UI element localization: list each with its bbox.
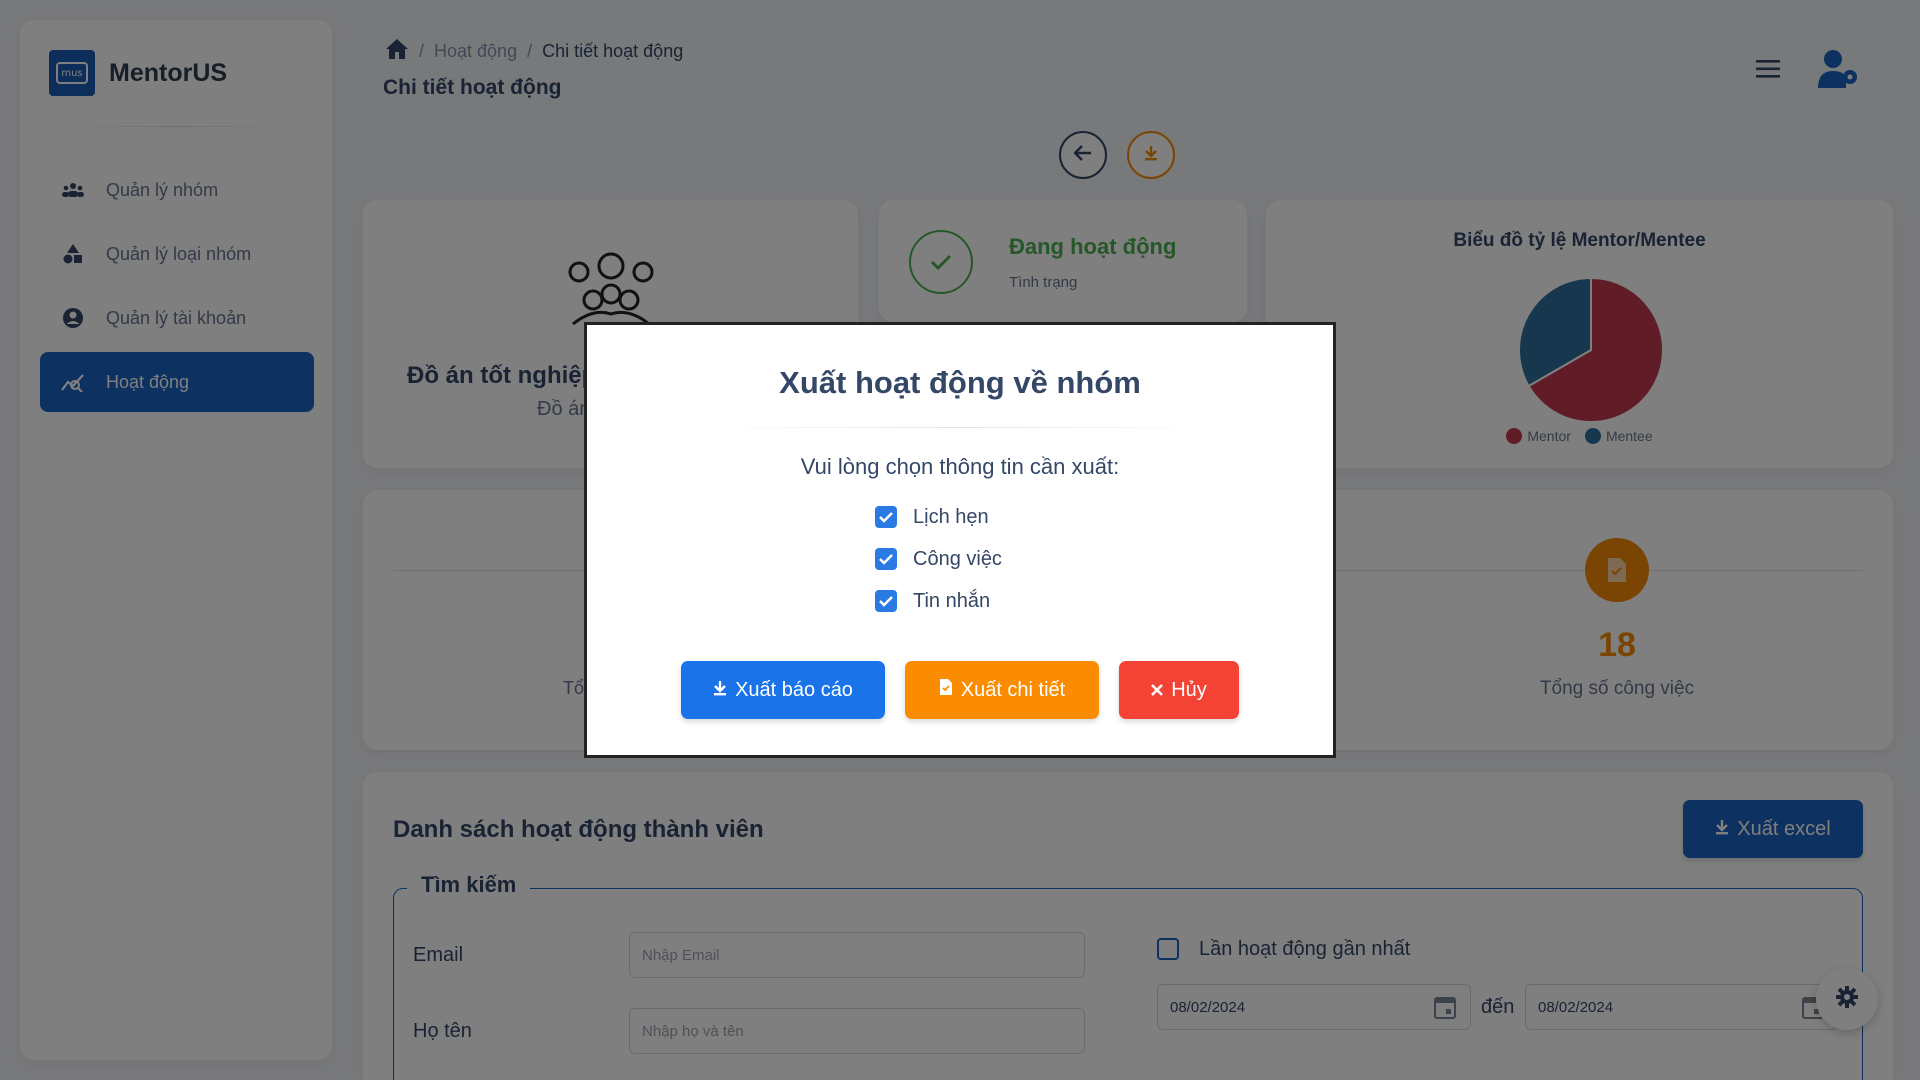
checkbox-checked[interactable] [875, 506, 897, 528]
option-tasks[interactable]: Công việc [875, 538, 1045, 580]
option-messages[interactable]: Tin nhắn [875, 580, 1045, 622]
dialog-title: Xuất hoạt động về nhóm [779, 365, 1141, 400]
option-appointments[interactable]: Lịch hẹn [875, 496, 1045, 538]
checkbox-checked[interactable] [875, 548, 897, 570]
export-detail-button[interactable]: Xuất chi tiết [905, 661, 1099, 719]
download-icon [713, 679, 727, 702]
export-report-button[interactable]: Xuất báo cáo [681, 661, 885, 719]
dialog-actions: Xuất báo cáo Xuất chi tiết Hủy [587, 661, 1333, 719]
file-icon [939, 678, 953, 702]
export-group-activity-dialog: Xuất hoạt động về nhóm Vui lòng chọn thô… [584, 322, 1336, 758]
export-detail-label: Xuất chi tiết [960, 678, 1066, 701]
option-label: Tin nhắn [913, 589, 991, 612]
checkbox-checked[interactable] [875, 590, 897, 612]
cancel-button[interactable]: Hủy [1119, 661, 1239, 719]
close-icon [1151, 679, 1164, 702]
cancel-label: Hủy [1171, 678, 1207, 701]
dialog-subtitle: Vui lòng chọn thông tin cần xuất: [800, 454, 1120, 479]
export-report-label: Xuất báo cáo [735, 678, 853, 701]
option-label: Công việc [913, 547, 1002, 570]
dialog-divider [710, 427, 1210, 428]
option-label: Lịch hẹn [913, 505, 989, 528]
export-options: Lịch hẹn Công việc Tin nhắn [875, 496, 1045, 622]
